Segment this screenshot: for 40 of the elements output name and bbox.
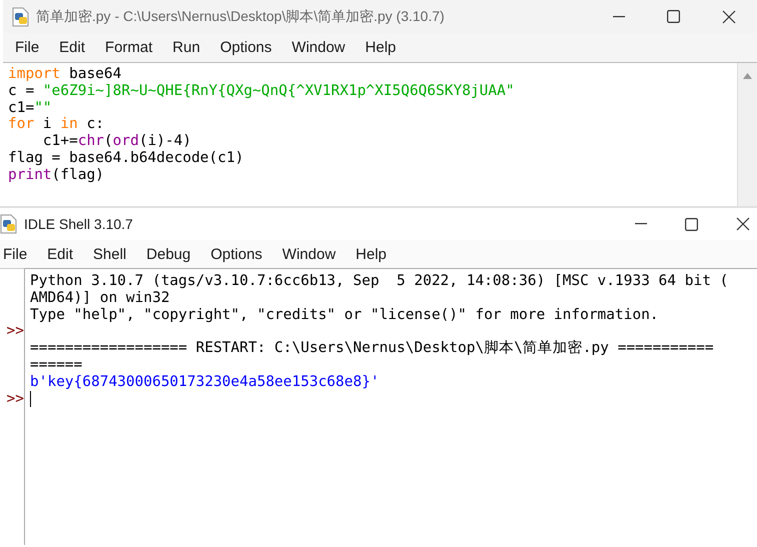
menu-item[interactable]: Options — [217, 39, 275, 56]
menu-item[interactable]: Debug — [143, 246, 194, 262]
shell-prompt: >> — [6, 390, 24, 408]
menu-item[interactable]: Window — [288, 39, 348, 56]
shell-result: b'key{68743000650173230e4a58ee153c68e8}' — [30, 374, 380, 391]
code-line: print(flag) — [8, 166, 106, 184]
menu-item[interactable]: File — [12, 39, 42, 56]
menu-item[interactable]: File — [0, 246, 30, 262]
code-line: flag = base64.b64decode(c1) — [8, 150, 245, 167]
menu-item[interactable]: Edit — [44, 246, 76, 262]
menu-item[interactable]: Shell — [90, 246, 130, 262]
window-title: 简单加密.py - C:\Users\Nernus\Desktop\脚本\简单加密.py (3.10.7) — [36, 8, 446, 26]
code-line: c = "e6Z9i~]8R~U~QHE{RnY{QXg~QnQ{^XV1RX1p^XI5Q6Q6SKY8jUAA" — [8, 82, 516, 100]
menu-item[interactable]: Options — [208, 246, 266, 262]
code-line: c1+=chr(ord(i)-4) — [42, 133, 192, 150]
maximize-icon[interactable] — [667, 10, 680, 23]
text-cursor — [30, 390, 31, 407]
file-icon — [12, 6, 30, 26]
shell-output: AMD64)] on win32 — [30, 290, 171, 307]
menu-item[interactable]: Format — [102, 39, 156, 56]
code-line: import base64 — [8, 66, 122, 83]
code-line: c1="" — [8, 100, 53, 116]
shell-output: Python 3.10.7 (tags/v3.10.7:6cc6b13, Sep 5 2022, 14:08:36) [MSC v.1933 64 bit ( — [30, 273, 730, 290]
shell-output: ====== — [30, 356, 84, 374]
close-icon[interactable] — [722, 10, 736, 24]
shell-output: ================== RESTART: C:\Users\Nernus\Desktop\脚本\简单加密.py =========== — [30, 340, 715, 357]
menu-item[interactable]: Window — [279, 246, 339, 262]
close-icon[interactable] — [736, 217, 750, 231]
shell-output: Type "help", "copyright", "credits" or "license()" for more information. — [30, 306, 660, 324]
code-line: for i in c: — [8, 116, 106, 134]
menu-item[interactable]: Run — [170, 39, 204, 56]
window-title: IDLE Shell 3.10.7 — [24, 216, 134, 232]
minimize-icon[interactable] — [613, 16, 625, 18]
shell-prompt: >> — [6, 323, 24, 340]
scrollbar[interactable] — [737, 63, 757, 206]
menu-item[interactable]: Help — [352, 246, 390, 262]
maximize-icon[interactable] — [685, 218, 698, 230]
menu-item[interactable]: Edit — [56, 39, 88, 56]
minimize-icon[interactable] — [635, 223, 647, 225]
menu-item[interactable]: Help — [362, 39, 399, 56]
